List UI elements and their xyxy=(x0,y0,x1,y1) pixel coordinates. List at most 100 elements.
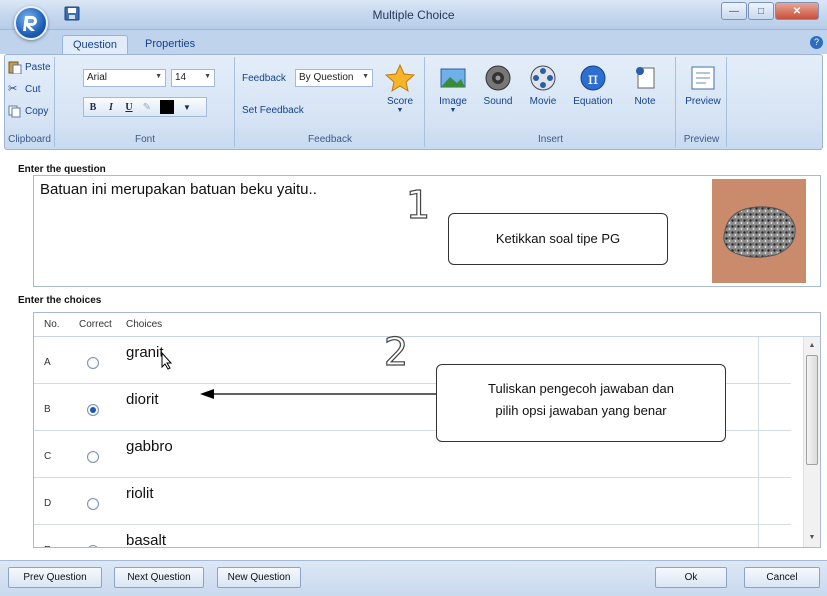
scroll-thumb[interactable] xyxy=(806,355,818,465)
equation-label: Equation xyxy=(573,96,613,107)
correct-radio[interactable] xyxy=(87,451,99,463)
chevron-down-icon[interactable]: ▼ xyxy=(178,103,196,112)
app-menu-button[interactable] xyxy=(14,6,48,40)
cancel-button[interactable]: Cancel xyxy=(744,567,820,588)
paste-label: Paste xyxy=(25,62,51,73)
movie-button[interactable]: Movie xyxy=(517,63,569,107)
next-question-button[interactable]: Next Question xyxy=(114,567,204,588)
cut-button[interactable]: ✂ Cut xyxy=(8,83,41,96)
clipboard-group: Paste ✂ Cut Copy Clipboard xyxy=(5,57,55,147)
new-question-button[interactable]: New Question xyxy=(217,567,301,588)
feedback-label: Feedback xyxy=(242,73,286,84)
copy-label: Copy xyxy=(25,106,49,117)
preview-group: Preview Preview xyxy=(677,57,727,147)
chevron-down-icon: ▼ xyxy=(204,73,211,80)
choice-letter: B xyxy=(44,404,51,415)
choice-letter: D xyxy=(44,498,52,509)
choice-row: D riolit xyxy=(34,478,791,525)
note-icon xyxy=(636,67,655,89)
clipboard-group-label: Clipboard xyxy=(8,134,51,145)
font-group: Arial ▼ 14 ▼ B I U ✎ ▼ Font xyxy=(56,57,235,147)
note-button[interactable]: Note xyxy=(619,63,671,107)
app-logo-icon xyxy=(23,16,37,31)
ok-button[interactable]: Ok xyxy=(655,567,727,588)
copy-icon xyxy=(8,105,21,118)
equation-button[interactable]: π Equation xyxy=(567,63,619,107)
sound-label: Sound xyxy=(483,96,513,107)
help-icon[interactable]: ? xyxy=(810,36,823,49)
feedback-group: Feedback By Question ▼ Set Feedback Scor… xyxy=(236,57,425,147)
feedback-group-label: Feedback xyxy=(308,134,352,145)
callout-question: Ketikkan soal tipe PG xyxy=(448,213,668,265)
ribbon: Paste ✂ Cut Copy Clipboard Arial ▼ 14 ▼ … xyxy=(4,54,823,150)
chevron-down-icon: ▼ xyxy=(155,73,162,80)
minimize-button[interactable]: — xyxy=(721,2,747,20)
underline-button[interactable]: U xyxy=(120,102,138,113)
highlight-icon[interactable]: ✎ xyxy=(138,102,156,113)
granite-rock-picture xyxy=(723,206,796,258)
callout-choices-line-1: Tuliskan pengecoh jawaban dan xyxy=(488,381,674,396)
choices-label: Enter the choices xyxy=(18,295,102,306)
preview-label: Preview xyxy=(685,96,721,107)
choices-header: No. Correct Choices xyxy=(34,313,820,337)
choices-scrollbar[interactable]: ▲ ▼ xyxy=(803,337,820,547)
scroll-up-icon[interactable]: ▲ xyxy=(804,339,820,353)
movie-label: Movie xyxy=(529,96,557,107)
tab-properties[interactable]: Properties xyxy=(135,35,205,54)
paste-button[interactable]: Paste xyxy=(8,61,51,74)
font-color-swatch[interactable] xyxy=(160,100,174,114)
insert-group-label: Insert xyxy=(537,134,563,145)
chevron-down-icon: ▼ xyxy=(362,73,369,80)
format-toolbar: B I U ✎ ▼ xyxy=(83,97,207,117)
maximize-button[interactable]: □ xyxy=(748,2,774,20)
copy-button[interactable]: Copy xyxy=(8,105,48,118)
star-icon xyxy=(385,63,415,93)
question-label: Enter the question xyxy=(18,164,106,175)
correct-radio[interactable] xyxy=(87,357,99,369)
bold-button[interactable]: B xyxy=(84,102,102,113)
window-controls: — □ ✕ xyxy=(721,2,819,20)
preview-group-label: Preview xyxy=(683,134,720,145)
font-family-select[interactable]: Arial ▼ xyxy=(83,69,166,87)
callout-choices: Tuliskan pengecoh jawaban dan pilih opsi… xyxy=(436,364,726,442)
rock-image xyxy=(712,179,806,283)
note-label: Note xyxy=(634,96,656,107)
question-text[interactable]: Batuan ini merupakan batuan beku yaitu.. xyxy=(40,181,317,198)
feedback-value: By Question xyxy=(299,72,354,83)
font-size-value: 14 xyxy=(175,72,187,83)
film-reel-icon xyxy=(530,65,556,91)
annotation-number-2: 2 xyxy=(383,329,409,374)
header-correct: Correct xyxy=(79,319,112,330)
preview-button[interactable]: Preview xyxy=(677,63,729,107)
choice-letter: E xyxy=(44,545,51,547)
preview-icon xyxy=(691,66,715,90)
choice-letter: A xyxy=(44,357,51,368)
correct-radio[interactable] xyxy=(87,545,99,547)
header-choices: Choices xyxy=(126,319,163,330)
font-family-value: Arial xyxy=(87,72,108,83)
close-button[interactable]: ✕ xyxy=(775,2,819,20)
font-size-select[interactable]: 14 ▼ xyxy=(171,69,215,87)
choice-text[interactable]: diorit xyxy=(126,391,159,408)
score-button[interactable]: Score ▼ xyxy=(374,63,426,114)
set-feedback-button[interactable]: Set Feedback xyxy=(242,105,304,116)
italic-button[interactable]: I xyxy=(102,102,120,113)
scroll-down-icon[interactable]: ▼ xyxy=(804,531,820,545)
prev-question-button[interactable]: Prev Question xyxy=(8,567,102,588)
choice-letter: C xyxy=(44,451,52,462)
correct-radio[interactable] xyxy=(87,498,99,510)
tab-question[interactable]: Question xyxy=(62,35,129,54)
image-icon xyxy=(440,68,466,88)
choice-text[interactable]: gabbro xyxy=(126,438,173,455)
choice-text[interactable]: riolit xyxy=(126,485,154,502)
choice-text[interactable]: granit xyxy=(126,344,164,361)
callout-choices-line-2: pilih opsi jawaban yang benar xyxy=(495,403,667,418)
insert-group: Image ▼ Sound Movie π Equation Note Inse… xyxy=(426,57,676,147)
bottom-bar: Prev Question Next Question New Question… xyxy=(0,560,827,596)
image-label: Image xyxy=(439,96,467,107)
ribbon-tabs: Question Properties ? xyxy=(0,30,827,54)
correct-radio-selected[interactable] xyxy=(87,404,99,416)
feedback-select[interactable]: By Question ▼ xyxy=(295,69,373,87)
choice-text[interactable]: basalt xyxy=(126,532,166,547)
chevron-down-icon: ▼ xyxy=(396,107,404,114)
